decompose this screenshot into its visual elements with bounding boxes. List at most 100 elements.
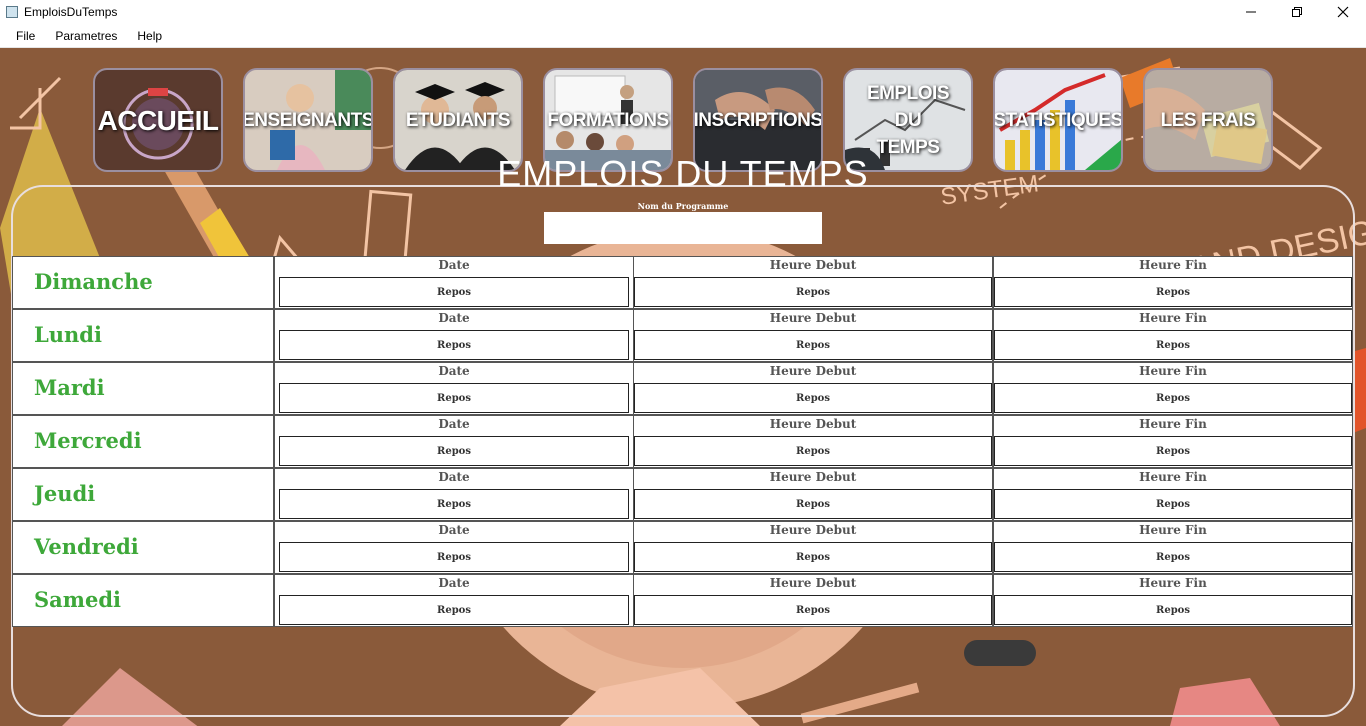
menu-help[interactable]: Help: [127, 29, 172, 43]
end-time-header: Heure Fin: [1139, 470, 1207, 484]
end-time-cell: Heure Fin Repos: [993, 309, 1353, 362]
day-cell: Dimanche: [12, 256, 274, 309]
end-time-cell: Heure Fin Repos: [993, 256, 1353, 309]
end-time-header: Heure Fin: [1139, 311, 1207, 325]
start-time-header: Heure Debut: [769, 417, 857, 431]
title-bar: EmploisDuTemps: [0, 0, 1366, 24]
close-icon: [1337, 6, 1349, 18]
day-name: Mercredi: [34, 428, 142, 453]
start-time-field[interactable]: Repos: [634, 330, 992, 360]
minimize-icon: [1246, 11, 1256, 13]
start-time-header: Heure Debut: [769, 364, 857, 378]
start-time-field[interactable]: Repos: [634, 383, 992, 413]
day-row: Dimanche Date Repos Heure Debut Repos Heur…: [12, 256, 1354, 309]
menu-bar: File Parametres Help: [0, 24, 1366, 48]
date-header: Date: [438, 417, 470, 431]
nav-statistiques-label: STATISTIQUES: [993, 109, 1123, 131]
end-time-field[interactable]: Repos: [994, 383, 1352, 413]
bottom-button[interactable]: [964, 640, 1036, 666]
day-cell: Vendredi: [12, 521, 274, 574]
start-time-field[interactable]: Repos: [634, 489, 992, 519]
window-title: EmploisDuTemps: [24, 5, 118, 19]
nav-inscriptions-label: INSCRIPTIONS: [693, 109, 823, 131]
day-cell: Mardi: [12, 362, 274, 415]
nav-enseignants-label: ENSEIGNANTS: [243, 109, 373, 131]
start-time-cell: Heure Debut Repos: [633, 362, 993, 415]
date-cell: Date Repos: [274, 574, 634, 627]
restore-icon: [1292, 7, 1302, 17]
menu-parametres[interactable]: Parametres: [45, 29, 127, 43]
page-title: EMPLOIS DU TEMPS: [497, 153, 869, 194]
date-header: Date: [438, 258, 470, 272]
end-time-cell: Heure Fin Repos: [993, 574, 1353, 627]
day-name: Lundi: [34, 322, 102, 347]
day-cell: Samedi: [12, 574, 274, 627]
end-time-field[interactable]: Repos: [994, 277, 1352, 307]
start-time-cell: Heure Debut Repos: [633, 309, 993, 362]
end-time-field[interactable]: Repos: [994, 436, 1352, 466]
date-header: Date: [438, 523, 470, 537]
start-time-header: Heure Debut: [769, 311, 857, 325]
end-time-header: Heure Fin: [1139, 417, 1207, 431]
date-field[interactable]: Repos: [279, 542, 629, 572]
window-controls: [1228, 0, 1366, 24]
day-name: Mardi: [34, 375, 105, 400]
date-cell: Date Repos: [274, 521, 634, 574]
date-field[interactable]: Repos: [279, 595, 629, 625]
day-row: Vendredi Date Repos Heure Debut Repos Heur…: [12, 521, 1354, 574]
program-name-label: Nom du Programme: [637, 201, 729, 211]
end-time-cell: Heure Fin Repos: [993, 362, 1353, 415]
end-time-header: Heure Fin: [1139, 364, 1207, 378]
minimize-button[interactable]: [1228, 0, 1274, 24]
program-name-input[interactable]: [544, 212, 822, 244]
day-row: Mardi Date Repos Heure Debut Repos Heure F…: [12, 362, 1354, 415]
nav-les-frais-label: LES FRAIS: [1160, 109, 1256, 131]
day-name: Samedi: [34, 587, 122, 612]
end-time-header: Heure Fin: [1139, 523, 1207, 537]
end-time-field[interactable]: Repos: [994, 595, 1352, 625]
start-time-header: Heure Debut: [769, 470, 857, 484]
end-time-cell: Heure Fin Repos: [993, 415, 1353, 468]
day-row: Samedi Date Repos Heure Debut Repos Heure …: [12, 574, 1354, 627]
start-time-field[interactable]: Repos: [634, 436, 992, 466]
day-row: Jeudi Date Repos Heure Debut Repos Heure F…: [12, 468, 1354, 521]
day-name: Vendredi: [34, 534, 139, 559]
nav-accueil-label: ACCUEIL: [97, 104, 219, 136]
menu-file[interactable]: File: [0, 29, 45, 43]
start-time-cell: Heure Debut Repos: [633, 521, 993, 574]
end-time-field[interactable]: Repos: [994, 330, 1352, 360]
nav-emplois-label: EMPLOIS DU TEMPS: [866, 82, 950, 158]
date-cell: Date Repos: [274, 468, 634, 521]
date-field[interactable]: Repos: [279, 277, 629, 307]
start-time-header: Heure Debut: [769, 258, 857, 272]
end-time-cell: Heure Fin Repos: [993, 468, 1353, 521]
date-field[interactable]: Repos: [279, 436, 629, 466]
restore-button[interactable]: [1274, 0, 1320, 24]
start-time-cell: Heure Debut Repos: [633, 574, 993, 627]
start-time-cell: Heure Debut Repos: [633, 256, 993, 309]
start-time-field[interactable]: Repos: [634, 542, 992, 572]
date-field[interactable]: Repos: [279, 383, 629, 413]
end-time-header: Heure Fin: [1139, 258, 1207, 272]
date-field[interactable]: Repos: [279, 330, 629, 360]
start-time-field[interactable]: Repos: [634, 595, 992, 625]
start-time-field[interactable]: Repos: [634, 277, 992, 307]
date-field[interactable]: Repos: [279, 489, 629, 519]
day-row: Lundi Date Repos Heure Debut Repos Heure F…: [12, 309, 1354, 362]
day-cell: Jeudi: [12, 468, 274, 521]
date-cell: Date Repos: [274, 415, 634, 468]
start-time-cell: Heure Debut Repos: [633, 415, 993, 468]
start-time-cell: Heure Debut Repos: [633, 468, 993, 521]
nav-formations-label: FORMATIONS: [547, 109, 669, 131]
end-time-field[interactable]: Repos: [994, 542, 1352, 572]
day-cell: Mercredi: [12, 415, 274, 468]
start-time-header: Heure Debut: [769, 523, 857, 537]
date-header: Date: [438, 364, 470, 378]
day-row: Mercredi Date Repos Heure Debut Repos Heur…: [12, 415, 1354, 468]
schedule-table: Dimanche Date Repos Heure Debut Repos Heur…: [12, 256, 1354, 627]
end-time-header: Heure Fin: [1139, 576, 1207, 590]
date-header: Date: [438, 576, 470, 590]
close-button[interactable]: [1320, 0, 1366, 24]
end-time-field[interactable]: Repos: [994, 489, 1352, 519]
date-cell: Date Repos: [274, 309, 634, 362]
